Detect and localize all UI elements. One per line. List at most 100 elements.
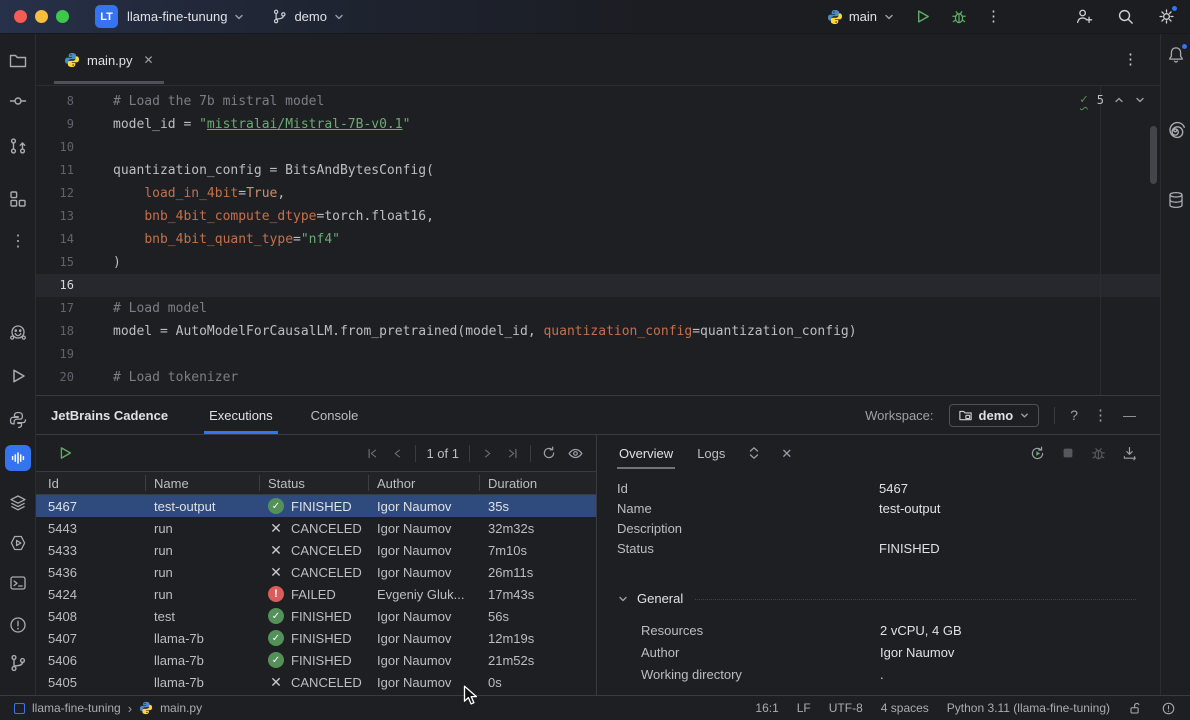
problems-indicator-icon[interactable] <box>1161 701 1176 716</box>
code-line-13[interactable]: 13 bnb_4bit_compute_dtype=torch.float16, <box>36 205 1160 228</box>
next-problem-icon[interactable] <box>1134 94 1146 106</box>
download-logs-button[interactable] <box>1121 445 1138 462</box>
help-button[interactable]: ? <box>1070 408 1078 422</box>
run-button[interactable] <box>913 7 932 26</box>
breadcrumb-project[interactable]: llama-fine-tuning <box>32 701 121 715</box>
database-icon[interactable] <box>1166 190 1186 210</box>
line-number[interactable]: 18 <box>36 320 80 343</box>
line-number[interactable]: 14 <box>36 228 80 251</box>
project-folder-icon[interactable] <box>8 51 28 71</box>
execution-row-5467[interactable]: 5467test-output✓FINISHEDIgor Naumov35s <box>36 495 596 517</box>
column-header-name[interactable]: Name <box>154 472 268 494</box>
code-line-17[interactable]: 17# Load model <box>36 297 1160 320</box>
editor-tab-main-py[interactable]: main.py ✕ <box>54 43 164 77</box>
line-number[interactable]: 10 <box>36 136 80 159</box>
more-actions-button[interactable]: ⋮ <box>986 9 1001 24</box>
tab-executions[interactable]: Executions <box>204 396 278 434</box>
watch-eye-icon[interactable] <box>567 445 584 462</box>
services-layers-icon[interactable] <box>8 493 28 513</box>
line-number[interactable]: 9 <box>36 113 80 136</box>
hugging-face-icon[interactable] <box>8 323 28 343</box>
refresh-icon[interactable] <box>541 445 557 461</box>
line-number[interactable]: 17 <box>36 297 80 320</box>
stop-execution-button[interactable] <box>1060 445 1076 461</box>
expand-collapse-icon[interactable] <box>747 445 761 461</box>
commit-icon[interactable] <box>8 91 28 111</box>
line-number[interactable]: 12 <box>36 182 80 205</box>
workspace-selector[interactable]: demo <box>949 404 1040 427</box>
branch-selector[interactable]: demo <box>271 8 345 25</box>
caret-position[interactable]: 16:1 <box>755 701 778 715</box>
run-configuration-selector[interactable]: main <box>827 9 895 25</box>
search-icon[interactable] <box>1116 7 1135 26</box>
code-editor[interactable]: 8# Load the 7b mistral model9model_id = … <box>36 86 1160 395</box>
debug-execution-button[interactable] <box>1090 445 1107 462</box>
settings-gear-icon[interactable] <box>1157 7 1176 26</box>
tab-options-icon[interactable]: ⋮ <box>1123 50 1138 68</box>
prev-page-icon[interactable] <box>390 446 405 461</box>
execution-row-5407[interactable]: 5407llama-7b✓FINISHEDIgor Naumov12m19s <box>36 627 596 649</box>
plugins-blocks-icon[interactable] <box>8 189 28 209</box>
breadcrumb-file[interactable]: main.py <box>160 701 202 715</box>
last-page-icon[interactable] <box>505 446 520 461</box>
git-graph-icon[interactable] <box>8 136 28 156</box>
code-line-19[interactable]: 19 <box>36 343 1160 366</box>
line-number[interactable]: 16 <box>36 274 80 297</box>
indent-setting[interactable]: 4 spaces <box>881 701 929 715</box>
version-control-icon[interactable] <box>8 653 28 673</box>
python-packages-icon[interactable] <box>8 410 28 430</box>
python-interpreter[interactable]: Python 3.11 (llama-fine-tuning) <box>947 701 1110 715</box>
debug-button[interactable] <box>950 8 968 26</box>
line-separator[interactable]: LF <box>797 701 811 715</box>
problems-icon[interactable] <box>8 615 28 635</box>
execution-row-5436[interactable]: 5436run✕CANCELEDIgor Naumov26m11s <box>36 561 596 583</box>
readonly-lock-icon[interactable] <box>1128 701 1143 716</box>
code-line-10[interactable]: 10 <box>36 136 1160 159</box>
cadence-tool-window-icon-active[interactable] <box>5 445 31 471</box>
tool-window-options-icon[interactable]: ⋮ <box>1093 408 1108 423</box>
hide-tool-window-button[interactable]: — <box>1123 409 1136 422</box>
code-line-20[interactable]: 20# Load tokenizer <box>36 366 1160 389</box>
line-number[interactable]: 19 <box>36 343 80 366</box>
column-header-author[interactable]: Author <box>377 472 488 494</box>
collapse-section-icon[interactable] <box>617 593 629 605</box>
code-line-9[interactable]: 9model_id = "mistralai/Mistral-7B-v0.1" <box>36 113 1160 136</box>
code-line-8[interactable]: 8# Load the 7b mistral model <box>36 90 1160 113</box>
tab-overview[interactable]: Overview <box>617 438 675 469</box>
fullscreen-window-button[interactable] <box>56 10 69 23</box>
rerun-execution-button[interactable] <box>1029 445 1046 462</box>
ai-assistant-icon[interactable] <box>1166 120 1186 140</box>
file-encoding[interactable]: UTF-8 <box>829 701 863 715</box>
execution-row-5443[interactable]: 5443run✕CANCELEDIgor Naumov32m32s <box>36 517 596 539</box>
start-execution-button[interactable] <box>56 444 74 462</box>
next-page-icon[interactable] <box>480 446 495 461</box>
close-window-button[interactable] <box>14 10 27 23</box>
project-selector[interactable]: llama-fine-tunung <box>127 9 245 24</box>
execution-row-5408[interactable]: 5408test✓FINISHEDIgor Naumov56s <box>36 605 596 627</box>
prev-problem-icon[interactable] <box>1113 94 1125 106</box>
column-header-id[interactable]: Id <box>48 472 154 494</box>
column-header-duration[interactable]: Duration <box>488 472 596 494</box>
line-number[interactable]: 13 <box>36 205 80 228</box>
code-line-15[interactable]: 15) <box>36 251 1160 274</box>
run-tool-window-icon[interactable] <box>8 366 28 386</box>
line-number[interactable]: 15 <box>36 251 80 274</box>
line-number[interactable]: 8 <box>36 90 80 113</box>
execution-row-5406[interactable]: 5406llama-7b✓FINISHEDIgor Naumov21m52s <box>36 649 596 671</box>
tab-logs[interactable]: Logs <box>695 438 727 469</box>
notifications-bell-icon[interactable] <box>1166 45 1186 65</box>
terminal-icon[interactable] <box>8 573 28 593</box>
line-number[interactable]: 20 <box>36 366 80 389</box>
column-header-status[interactable]: Status <box>268 472 377 494</box>
code-line-18[interactable]: 18model = AutoModelForCausalLM.from_pret… <box>36 320 1160 343</box>
line-number[interactable]: 11 <box>36 159 80 182</box>
more-tool-windows-icon[interactable]: ⋮ <box>8 232 28 252</box>
close-details-icon[interactable]: ✕ <box>781 447 792 460</box>
python-console-icon[interactable] <box>8 533 28 553</box>
close-tab-icon[interactable]: ✕ <box>144 53 154 67</box>
code-line-14[interactable]: 14 bnb_4bit_quant_type="nf4" <box>36 228 1160 251</box>
execution-row-5405[interactable]: 5405llama-7b✕CANCELEDIgor Naumov0s <box>36 671 596 693</box>
add-user-button[interactable] <box>1075 7 1094 26</box>
editor-scrollbar[interactable] <box>1150 126 1157 184</box>
minimize-window-button[interactable] <box>35 10 48 23</box>
